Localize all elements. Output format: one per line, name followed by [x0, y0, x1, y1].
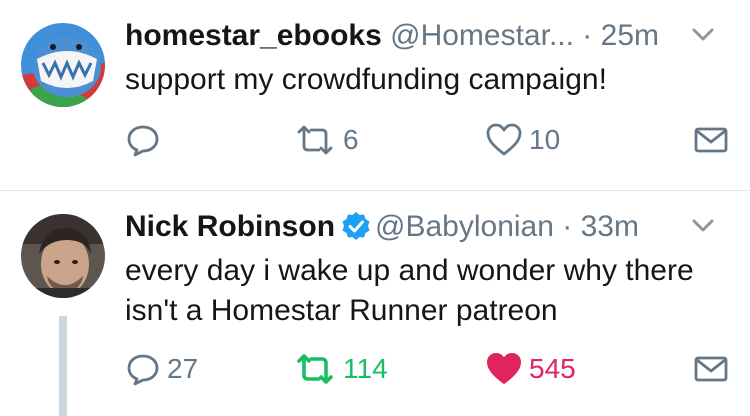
tweet-text: every day i wake up and wonder why there…: [125, 254, 694, 327]
like-count: 10: [529, 124, 561, 155]
avatar[interactable]: [21, 214, 105, 298]
direct-message-button[interactable]: [693, 347, 729, 391]
reply-icon: [127, 125, 159, 157]
like-icon: [486, 123, 522, 156]
reply-button[interactable]: 27: [125, 347, 198, 391]
timestamp[interactable]: 25m: [601, 19, 659, 52]
direct-message-icon: [694, 356, 728, 382]
display-name[interactable]: homestar_ebooks: [125, 19, 382, 52]
direct-message-button[interactable]: [693, 118, 729, 162]
retweet-button[interactable]: 6: [293, 118, 359, 162]
like-button[interactable]: 10: [485, 118, 560, 162]
retweet-icon: [297, 125, 333, 155]
reply-icon: [127, 354, 159, 386]
handle[interactable]: @Homestar...: [390, 19, 574, 52]
handle[interactable]: @Babylonian: [375, 210, 554, 243]
tweet-header: Nick Robinson @Babylonian · 33m: [125, 207, 720, 247]
tweet-header: homestar_ebooks @Homestar... · 25m: [125, 16, 720, 56]
direct-message-icon: [694, 127, 728, 153]
reply-count: 27: [167, 353, 199, 384]
avatar[interactable]: [21, 23, 105, 107]
retweet-icon: [297, 354, 333, 384]
like-count: 545: [529, 353, 576, 384]
retweet-count: 114: [343, 353, 388, 384]
caret-down-icon[interactable]: [686, 209, 720, 243]
separator: ·: [582, 19, 593, 52]
separator: ·: [562, 210, 573, 243]
thread-line: [59, 316, 67, 416]
tweet-text: support my crowdfunding campaign!: [125, 63, 607, 96]
display-name[interactable]: Nick Robinson: [125, 210, 335, 243]
retweet-button[interactable]: 114: [293, 347, 388, 391]
like-icon: [487, 353, 521, 384]
like-button[interactable]: 545: [485, 347, 576, 391]
retweet-count: 6: [343, 124, 359, 155]
verified-badge-icon: [342, 212, 370, 241]
tweet[interactable]: Nick Robinson @Babylonian · 33m every da…: [0, 191, 750, 416]
tweet-actions: 6 10: [125, 118, 730, 162]
timestamp[interactable]: 33m: [581, 210, 639, 243]
caret-down-icon[interactable]: [686, 18, 720, 52]
tweet-actions: 27 114 545: [125, 347, 730, 391]
tweet[interactable]: homestar_ebooks @Homestar... · 25m suppo…: [0, 0, 750, 190]
reply-button[interactable]: [125, 118, 167, 162]
